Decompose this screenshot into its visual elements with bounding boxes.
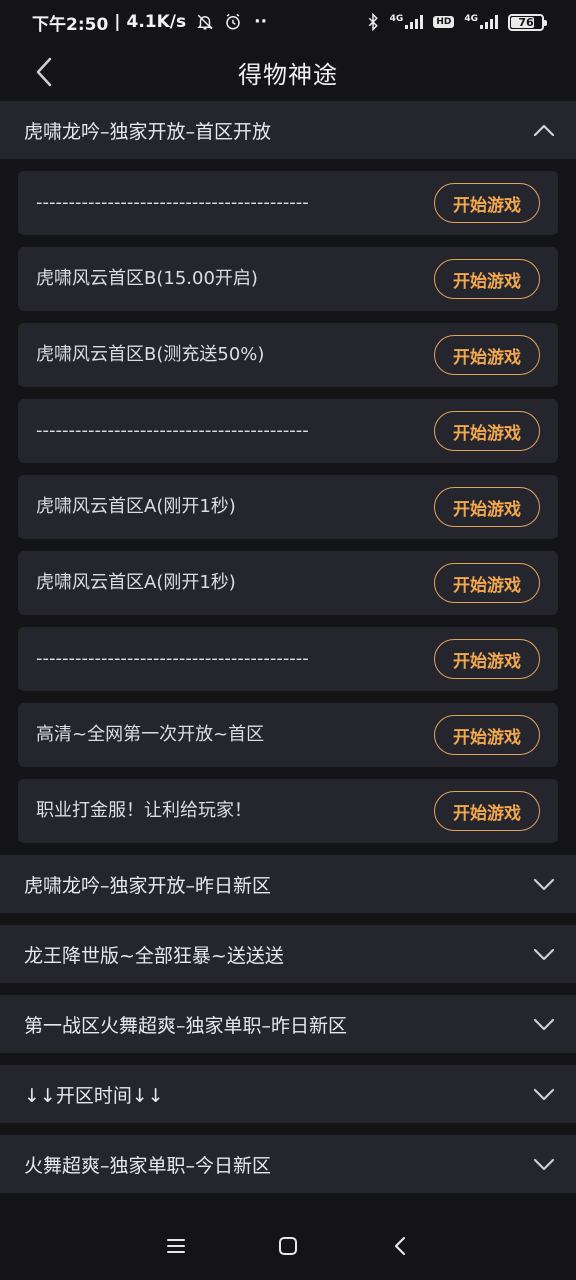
group-title: 龙王降世版~全部狂暴~送送送 — [24, 944, 284, 967]
collapsed-groups: 虎啸龙吟–独家开放–昨日新区 龙王降世版~全部狂暴~送送送第一战区火舞超爽–独家单… — [0, 855, 576, 1193]
battery-icon: 76 — [508, 13, 547, 31]
group-header-expanded[interactable]: 虎啸龙吟–独家开放–首区开放 — [0, 101, 576, 159]
chevron-down-icon — [532, 1012, 556, 1036]
signal-icon-2: 4G — [464, 15, 498, 29]
more-dots-icon: ·· — [254, 12, 268, 32]
status-speed: 4.1K/s — [126, 12, 187, 32]
server-item-name: 虎啸风云首区A(刚开1秒) — [36, 572, 236, 593]
group-header-collapsed[interactable]: 火舞超爽–独家单职–今日新区 — [0, 1135, 576, 1193]
status-bar: 下午2:50 | 4.1K/s ·· 4G HD 4G 76 — [0, 0, 576, 44]
server-item-name: 职业打金服！让利给玩家！ — [36, 800, 252, 821]
group-header-collapsed[interactable]: ↓↓开区时间↓↓ — [0, 1065, 576, 1123]
server-items: ----------------------------------------… — [0, 171, 576, 843]
server-item-name: 虎啸风云首区B(15.00开启) — [36, 268, 258, 289]
system-nav-bar — [0, 1212, 576, 1280]
group-header-collapsed[interactable]: 虎啸龙吟–独家开放–昨日新区 — [0, 855, 576, 913]
start-game-button[interactable]: 开始游戏 — [434, 487, 540, 527]
status-left: 下午2:50 | 4.1K/s ·· — [32, 10, 267, 35]
server-item-name: ----------------------------------------… — [36, 648, 309, 669]
group-title: 虎啸龙吟–独家开放–昨日新区 — [24, 874, 272, 897]
chevron-down-icon — [532, 872, 556, 896]
server-list: 虎啸龙吟–独家开放–首区开放 -------------------------… — [0, 101, 576, 1205]
header: 得物神途 — [0, 44, 576, 100]
menu-button[interactable] — [156, 1226, 196, 1266]
mute-bell-icon — [196, 13, 214, 31]
server-item: 职业打金服！让利给玩家！ 开始游戏 — [18, 779, 558, 843]
alarm-icon — [224, 13, 242, 31]
server-item: 虎啸风云首区B(15.00开启) 开始游戏 — [18, 247, 558, 311]
status-right: 4G HD 4G 76 — [366, 13, 547, 31]
chevron-up-icon — [532, 118, 556, 142]
server-item-name: ----------------------------------------… — [36, 192, 309, 213]
server-item-name: 高清~全网第一次开放~首区 — [36, 724, 265, 745]
chevron-down-icon — [532, 1152, 556, 1176]
group-title: ↓↓开区时间↓↓ — [24, 1084, 164, 1107]
start-game-button[interactable]: 开始游戏 — [434, 715, 540, 755]
home-button[interactable] — [268, 1226, 308, 1266]
group-title: 第一战区火舞超爽–独家单职–昨日新区 — [24, 1014, 348, 1037]
status-time: 下午2:50 — [32, 14, 109, 35]
server-item-name: 虎啸风云首区B(测充送50%) — [36, 344, 265, 365]
page-title: 得物神途 — [238, 60, 338, 89]
signal-icon: 4G — [390, 15, 424, 29]
status-divider: | — [114, 12, 121, 32]
server-item: ----------------------------------------… — [18, 171, 558, 235]
hd-badge: HD — [433, 16, 455, 28]
group-title: 虎啸龙吟–独家开放–首区开放 — [24, 120, 272, 143]
server-item: 虎啸风云首区B(测充送50%) 开始游戏 — [18, 323, 558, 387]
back-button[interactable] — [24, 52, 64, 92]
back-icon — [394, 1236, 406, 1256]
chevron-down-icon — [532, 942, 556, 966]
chevron-down-icon — [532, 1082, 556, 1106]
group-header-collapsed[interactable]: 龙王降世版~全部狂暴~送送送 — [0, 925, 576, 983]
start-game-button[interactable]: 开始游戏 — [434, 563, 540, 603]
server-item-name: ----------------------------------------… — [36, 420, 309, 441]
start-game-button[interactable]: 开始游戏 — [434, 639, 540, 679]
group-header-collapsed[interactable]: 第一战区火舞超爽–独家单职–昨日新区 — [0, 995, 576, 1053]
start-game-button[interactable]: 开始游戏 — [434, 335, 540, 375]
server-item: ----------------------------------------… — [18, 399, 558, 463]
bluetooth-icon — [366, 13, 380, 31]
back-nav-button[interactable] — [380, 1226, 420, 1266]
server-item: ----------------------------------------… — [18, 627, 558, 691]
server-item: 虎啸风云首区A(刚开1秒) 开始游戏 — [18, 551, 558, 615]
start-game-button[interactable]: 开始游戏 — [434, 791, 540, 831]
menu-icon — [167, 1239, 185, 1253]
home-icon — [279, 1237, 297, 1255]
start-game-button[interactable]: 开始游戏 — [434, 183, 540, 223]
server-item: 高清~全网第一次开放~首区 开始游戏 — [18, 703, 558, 767]
server-item: 虎啸风云首区A(刚开1秒) 开始游戏 — [18, 475, 558, 539]
start-game-button[interactable]: 开始游戏 — [434, 259, 540, 299]
group-title: 火舞超爽–独家单职–今日新区 — [24, 1154, 272, 1177]
chevron-left-icon — [36, 57, 52, 87]
start-game-button[interactable]: 开始游戏 — [434, 411, 540, 451]
server-item-name: 虎啸风云首区A(刚开1秒) — [36, 496, 236, 517]
